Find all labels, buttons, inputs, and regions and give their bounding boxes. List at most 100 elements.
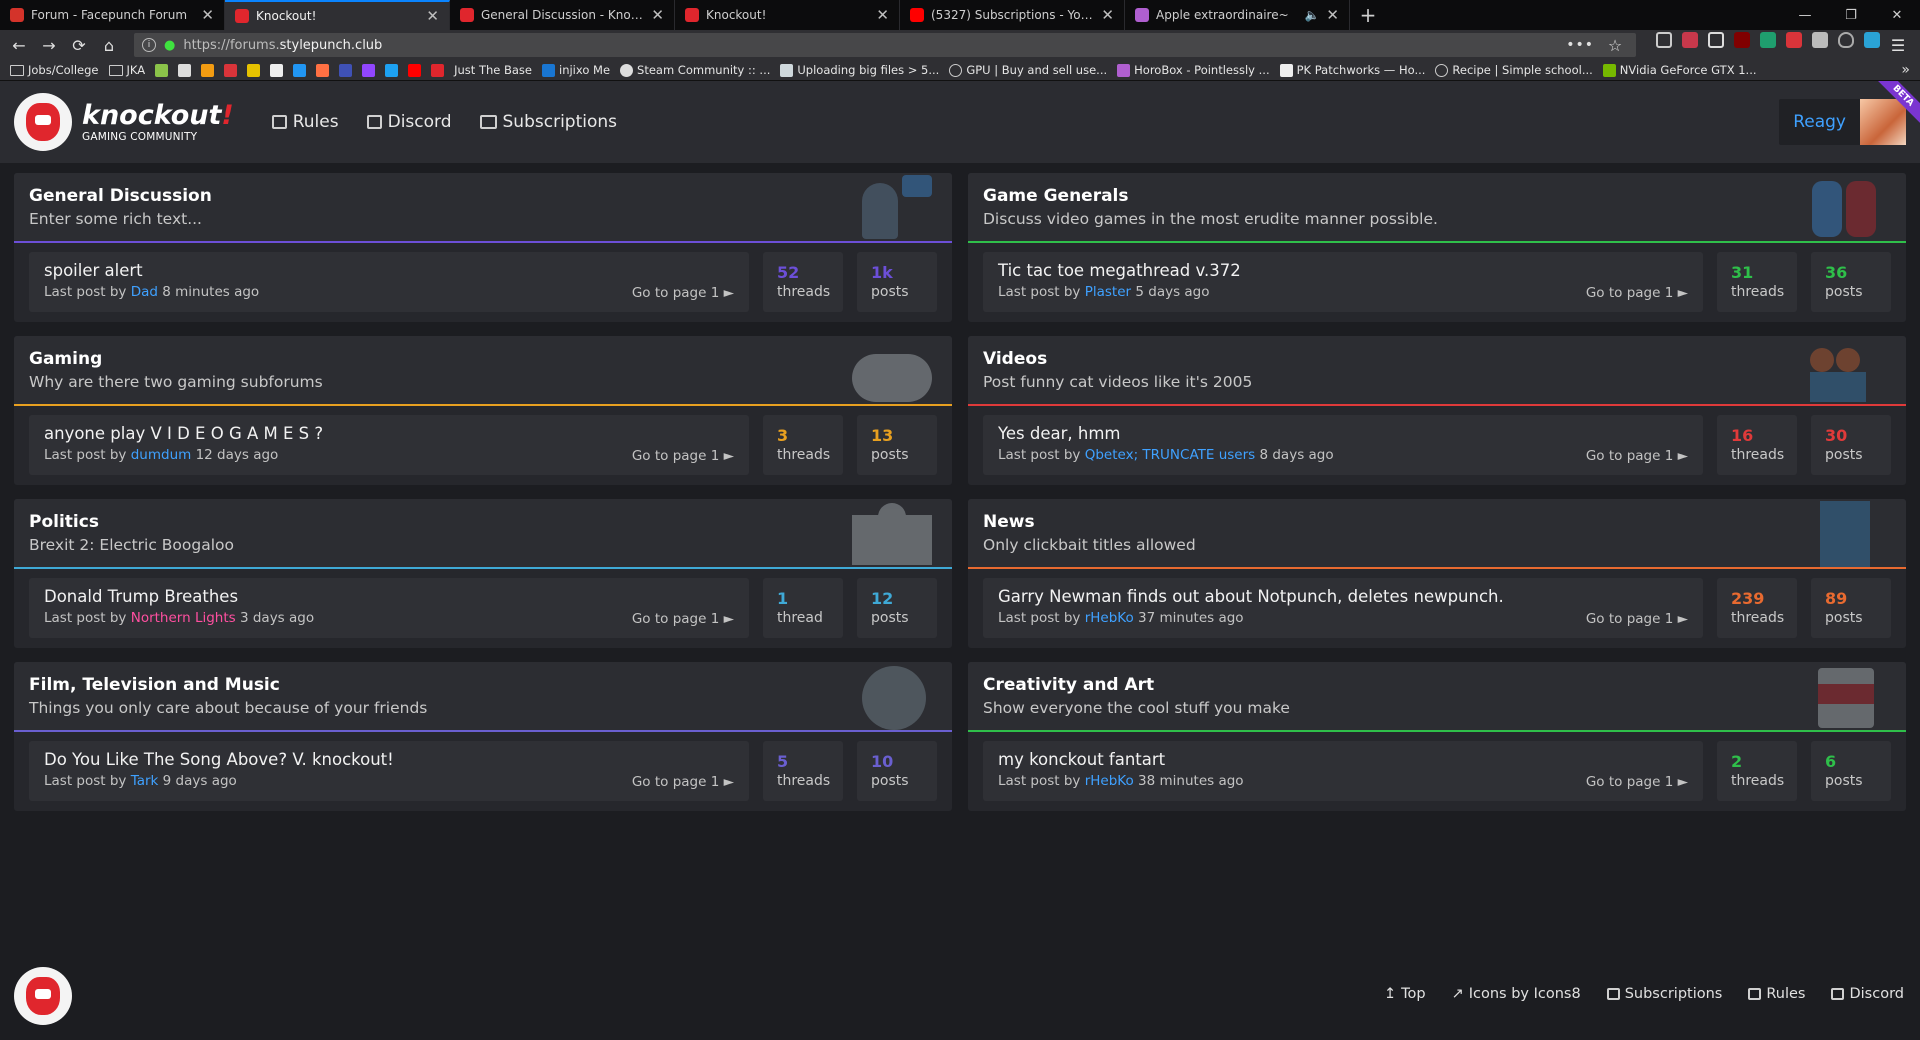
bookmark[interactable]: Recipe | Simple school... [1435,63,1593,77]
go-to-page-link[interactable]: Go to page 1 ► [632,774,734,790]
star-icon[interactable]: ☆ [1602,32,1628,58]
subforum-title[interactable]: Creativity and Art [983,675,1891,695]
subforum-header[interactable]: News Only clickbait titles allowed [968,499,1906,569]
bookmark-icon-only[interactable] [316,63,330,77]
bookmark[interactable]: Steam Community :: ... [620,63,770,77]
thread-title[interactable]: spoiler alert [44,261,734,280]
info-icon[interactable]: i [142,38,156,52]
extension-glasses-icon[interactable] [1708,32,1724,48]
subforum-header[interactable]: Videos Post funny cat videos like it's 20… [968,336,1906,406]
bookmark-folder[interactable]: Jobs/College [10,63,99,77]
last-post-user[interactable]: Tark [131,773,159,789]
thread-title[interactable]: Garry Newman finds out about Notpunch, d… [998,587,1688,606]
new-tab-button[interactable]: + [1350,0,1386,30]
bookmark[interactable]: Uploading big files > 5... [780,63,939,77]
tab-close-icon[interactable]: ✕ [426,7,439,25]
extension-s-icon[interactable] [1760,32,1776,48]
bookmark[interactable]: HoroBox - Pointlessly ... [1117,63,1270,77]
minimize-icon[interactable]: — [1782,0,1828,30]
close-window-icon[interactable]: ✕ [1874,0,1920,30]
bookmark[interactable]: GPU | Buy and sell use... [949,63,1107,77]
subforum-header[interactable]: Gaming Why are there two gaming subforums [14,336,952,406]
browser-tab[interactable]: Apple extraordinaire~ 🔈 ✕ [1125,0,1350,30]
thread-title[interactable]: my konckout fantart [998,750,1688,769]
url-bar[interactable]: i ● https://forums.stylepunch.club ••• ☆ [134,33,1636,57]
last-post-user[interactable]: Plaster [1085,284,1131,300]
shield-icon[interactable] [1838,32,1854,48]
bookmark-icon-only[interactable] [270,63,284,77]
last-post-user[interactable]: rHebKo [1085,610,1134,626]
thread-title[interactable]: Yes dear, hmm [998,424,1688,443]
subforum-header[interactable]: General Discussion Enter some rich text..… [14,173,952,243]
bookmark[interactable]: injixo Me [542,63,610,77]
browser-tab[interactable]: General Discussion - Knockout! ✕ [450,0,675,30]
bookmark-icon-only[interactable] [362,63,376,77]
browser-tab[interactable]: (5327) Subscriptions - YouTube ✕ [900,0,1125,30]
tab-close-icon[interactable]: ✕ [651,6,664,24]
last-post-user[interactable]: Qbetex; TRUNCATE users [1085,447,1255,463]
footer-icons8-link[interactable]: ↗ Icons by Icons8 [1452,986,1581,1002]
footer-rules-link[interactable]: Rules [1748,986,1805,1002]
forward-arrow-icon[interactable]: → [36,32,62,58]
extension-grey-icon[interactable] [1812,32,1828,48]
last-post-user[interactable]: Dad [131,284,158,300]
go-to-page-link[interactable]: Go to page 1 ► [632,611,734,627]
go-to-page-link[interactable]: Go to page 1 ► [1586,448,1688,464]
bookmark-icon-only[interactable] [201,63,215,77]
latest-thread[interactable]: Yes dear, hmm Last post by Qbetex; TRUNCA… [983,415,1703,475]
ublock-icon[interactable] [1734,32,1750,48]
latest-thread[interactable]: anyone play V I D E O G A M E S ? Last po… [29,415,749,475]
page-actions-icon[interactable]: ••• [1566,37,1594,53]
home-icon[interactable]: ⌂ [96,32,122,58]
bookmark-folder[interactable]: JKA [108,63,145,77]
reload-icon[interactable]: ⟳ [66,32,92,58]
bookmark[interactable]: Just The Base [454,63,532,77]
tab-close-icon[interactable]: ✕ [1326,6,1339,24]
subforum-title[interactable]: Game Generals [983,186,1891,206]
subforum-title[interactable]: Film, Television and Music [29,675,937,695]
bookmark-icon-only[interactable] [247,63,261,77]
subforum-title[interactable]: News [983,512,1891,532]
bookmark-icon-only[interactable] [224,63,238,77]
thread-title[interactable]: Tic tac toe megathread v.372 [998,261,1688,280]
subforum-header[interactable]: Creativity and Art Show everyone the cool… [968,662,1906,732]
thread-title[interactable]: Do You Like The Song Above? V. knockout! [44,750,734,769]
thread-title[interactable]: Donald Trump Breathes [44,587,734,606]
more-bookmarks-icon[interactable]: » [1901,62,1910,78]
site-logo[interactable]: knockout! GAMING COMMUNITY [82,102,234,143]
footer-subscriptions-link[interactable]: Subscriptions [1606,986,1722,1002]
subforum-title[interactable]: Gaming [29,349,937,369]
bookmark-icon-only[interactable] [339,63,353,77]
latest-thread[interactable]: my konckout fantart Last post by rHebKo 3… [983,741,1703,801]
footer-top-link[interactable]: ↥ Top [1384,986,1426,1002]
restore-icon[interactable]: ❐ [1828,0,1874,30]
bookmark-icon-only[interactable] [155,63,169,77]
latest-thread[interactable]: Tic tac toe megathread v.372 Last post by… [983,252,1703,312]
footer-discord-link[interactable]: Discord [1831,986,1904,1002]
sidebar-icon[interactable] [1656,32,1672,48]
go-to-page-link[interactable]: Go to page 1 ► [632,448,734,464]
browser-tab[interactable]: Knockout! ✕ [675,0,900,30]
nav-discord[interactable]: Discord [366,112,452,132]
go-to-page-link[interactable]: Go to page 1 ► [1586,285,1688,301]
menu-icon[interactable]: ☰ [1890,32,1906,58]
extension-music-icon[interactable] [1864,32,1880,48]
latest-thread[interactable]: Do You Like The Song Above? V. knockout!… [29,741,749,801]
tab-close-icon[interactable]: ✕ [201,6,214,24]
bookmark-icon-only[interactable] [385,63,399,77]
thread-title[interactable]: anyone play V I D E O G A M E S ? [44,424,734,443]
go-to-page-link[interactable]: Go to page 1 ► [1586,611,1688,627]
tab-close-icon[interactable]: ✕ [876,6,889,24]
subforum-header[interactable]: Politics Brexit 2: Electric Boogaloo [14,499,952,569]
latest-thread[interactable]: Donald Trump Breathes Last post by Northe… [29,578,749,638]
subforum-title[interactable]: Videos [983,349,1891,369]
tab-close-icon[interactable]: ✕ [1101,6,1114,24]
bookmark-icon-only[interactable] [408,63,422,77]
subforum-header[interactable]: Film, Television and Music Things you onl… [14,662,952,732]
bookmark[interactable]: NVidia GeForce GTX 1... [1602,63,1757,77]
bookmark-icon-only[interactable] [178,63,192,77]
latest-thread[interactable]: Garry Newman finds out about Notpunch, d… [983,578,1703,638]
back-arrow-icon[interactable]: ← [6,32,32,58]
speaker-icon[interactable]: 🔈 [1304,8,1319,22]
go-to-page-link[interactable]: Go to page 1 ► [632,285,734,301]
